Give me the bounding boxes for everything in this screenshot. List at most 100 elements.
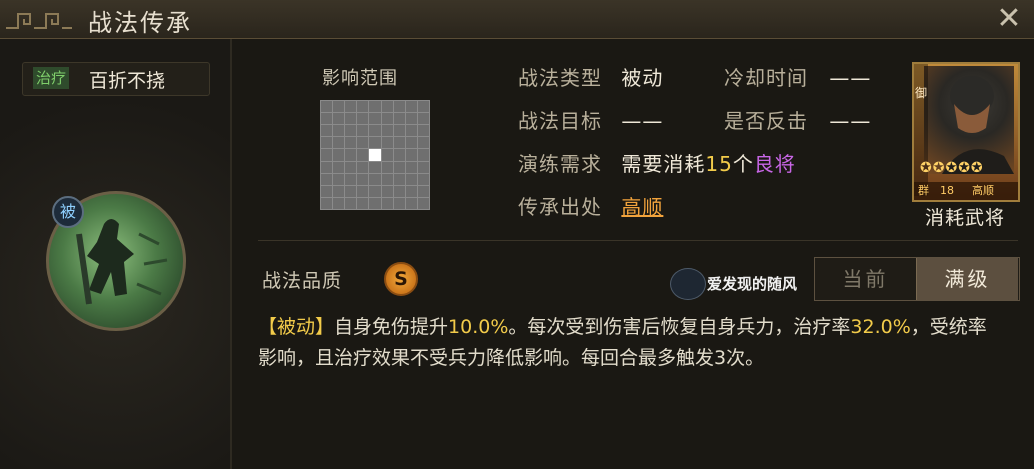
range-cell	[405, 173, 417, 185]
range-cell	[393, 101, 405, 113]
range-cell	[333, 125, 345, 137]
range-cell	[405, 101, 417, 113]
origin-general-link[interactable]: 高顺	[621, 195, 663, 219]
range-cell	[321, 137, 333, 149]
range-cell	[369, 101, 381, 113]
card-stars: ✪✪✪✪✪	[920, 160, 984, 176]
range-title: 影响范围	[322, 68, 398, 89]
type-label: 战法类型	[518, 66, 602, 90]
range-cell	[321, 101, 333, 113]
drill-quality: 良将	[753, 152, 796, 176]
range-cell	[381, 161, 393, 173]
range-cell	[321, 113, 333, 125]
drill-label: 演练需求	[518, 152, 602, 176]
range-cell	[405, 149, 417, 161]
range-cell	[345, 137, 357, 149]
range-cell	[357, 125, 369, 137]
title-bar: 战法传承 ✕	[0, 0, 1034, 39]
range-cell	[417, 101, 429, 113]
range-grid	[320, 100, 430, 210]
range-cell	[393, 185, 405, 197]
skill-name-tag: 治疗 百折不挠	[22, 62, 210, 96]
quality-badge: S	[384, 262, 418, 296]
range-cell	[381, 185, 393, 197]
target-label: 战法目标	[518, 109, 602, 133]
info-type-row: 战法类型 被动	[518, 62, 663, 91]
range-cell	[369, 137, 381, 149]
range-cell	[417, 137, 429, 149]
range-cell	[345, 197, 357, 209]
range-cell	[417, 185, 429, 197]
range-cell	[405, 113, 417, 125]
range-cell	[393, 161, 405, 173]
range-cell	[369, 125, 381, 137]
skill-panel: 治疗 百折不挠 被	[0, 39, 230, 469]
range-cell	[333, 197, 345, 209]
range-cell	[405, 161, 417, 173]
range-cell	[405, 125, 417, 137]
info-target-row: 战法目标 ——	[518, 105, 663, 134]
section-divider	[258, 240, 1018, 241]
range-cell	[333, 101, 345, 113]
range-cell	[417, 173, 429, 185]
skill-description: 【被动】自身免伤提升10.0%。每次受到伤害后恢复自身兵力，治疗率32.0%，受…	[258, 312, 998, 374]
range-cell	[381, 113, 393, 125]
max-level-tab[interactable]: 满级	[916, 258, 1018, 300]
range-cell	[333, 185, 345, 197]
drill-prefix: 需要消耗	[621, 152, 706, 176]
range-cell	[357, 173, 369, 185]
skill-name: 百折不挠	[89, 70, 166, 92]
range-cell	[381, 101, 393, 113]
range-cell	[345, 173, 357, 185]
counter-value: ——	[829, 109, 872, 133]
type-value: 被动	[621, 66, 664, 90]
quality-label: 战法品质	[262, 270, 343, 292]
consume-general-label: 消耗武将	[924, 207, 1005, 229]
range-cell	[357, 149, 369, 161]
info-counter-row: 是否反击 ——	[724, 105, 871, 134]
cooldown-value: ——	[829, 66, 872, 90]
target-value: ——	[621, 109, 664, 133]
range-cell	[357, 185, 369, 197]
panel-divider	[230, 39, 232, 469]
window-title: 战法传承	[88, 9, 192, 37]
counter-label: 是否反击	[724, 109, 808, 133]
range-cell	[357, 137, 369, 149]
range-cell	[369, 173, 381, 185]
range-cell	[381, 149, 393, 161]
title-ornament-icon	[6, 13, 72, 29]
range-cell	[345, 185, 357, 197]
close-button[interactable]: ✕	[994, 4, 1024, 34]
card-role: 御	[915, 86, 928, 100]
general-portrait	[924, 66, 1014, 174]
range-cell	[417, 113, 429, 125]
range-cell	[381, 137, 393, 149]
range-cell	[357, 161, 369, 173]
range-cell	[393, 173, 405, 185]
range-cell	[405, 137, 417, 149]
range-cell	[321, 125, 333, 137]
range-cell	[357, 113, 369, 125]
current-level-tab[interactable]: 当前	[815, 258, 916, 300]
range-cell	[381, 125, 393, 137]
origin-label: 传承出处	[518, 195, 602, 219]
card-name: 高顺	[972, 184, 994, 197]
range-cell	[321, 185, 333, 197]
range-cell	[345, 125, 357, 137]
range-cell	[357, 101, 369, 113]
level-toggle: 当前 满级	[814, 257, 1020, 301]
drill-unit: 个	[732, 152, 754, 176]
range-cell	[321, 161, 333, 173]
range-cell-active	[369, 149, 381, 161]
range-cell	[381, 173, 393, 185]
desc-value-1: 10.0%	[448, 316, 509, 338]
range-cell	[321, 173, 333, 185]
watermark-text: 爱发现的随风	[707, 275, 798, 293]
info-origin-row: 传承出处 高顺	[518, 191, 663, 220]
skill-type-tag: 治疗	[33, 67, 70, 89]
range-cell	[393, 125, 405, 137]
general-card[interactable]: 御 ✪✪✪✪✪ 群 18 高顺	[912, 62, 1020, 202]
card-faction: 群	[918, 184, 929, 197]
info-drill-row: 演练需求 需要消耗15个良将	[518, 148, 796, 177]
range-cell	[393, 149, 405, 161]
